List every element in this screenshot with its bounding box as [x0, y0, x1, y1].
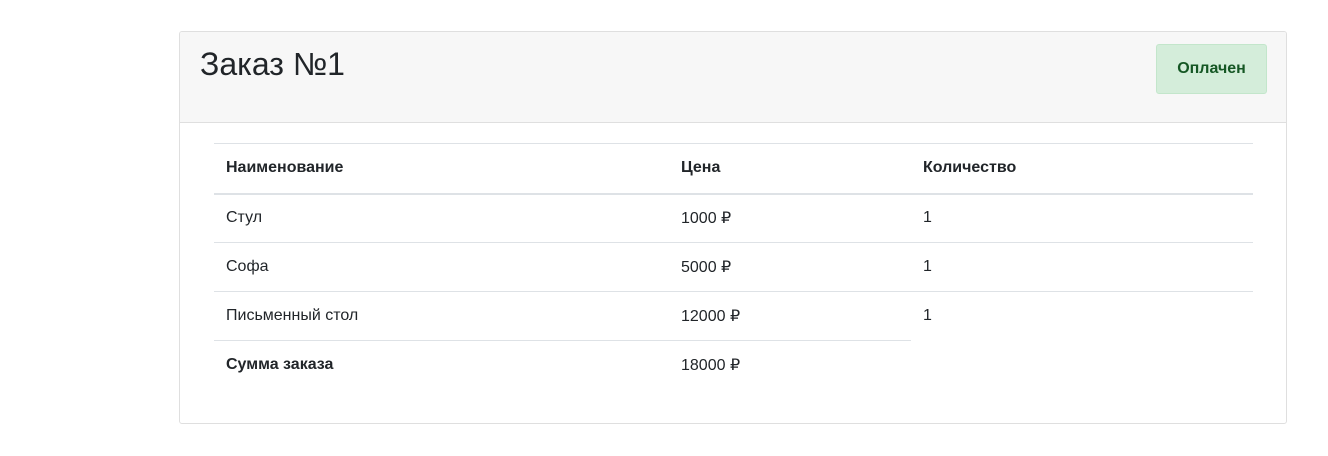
item-quantity: 1	[911, 193, 1253, 243]
item-quantity: 1	[923, 307, 932, 325]
table-row: Софа 5000 ₽ 1	[214, 242, 1253, 292]
order-card: Заказ №1 Оплачен Наименование Цена Колич…	[179, 31, 1287, 424]
item-name: Софа	[214, 242, 669, 292]
order-card-body: Наименование Цена Количество Стул 1000 ₽…	[180, 123, 1286, 390]
order-total-value: 18000 ₽	[681, 357, 741, 375]
total-empty-cell	[911, 341, 1253, 390]
column-header-price: Цена	[669, 143, 911, 195]
order-title: Заказ №1	[200, 46, 345, 82]
order-items-table: Наименование Цена Количество Стул 1000 ₽…	[214, 143, 1253, 390]
column-header-name: Наименование	[214, 143, 669, 195]
column-header-quantity: Количество	[911, 143, 1253, 195]
table-row: Стул 1000 ₽ 1	[214, 193, 1253, 243]
item-name: Стул	[214, 193, 669, 243]
order-status-badge: Оплачен	[1156, 44, 1267, 94]
item-quantity: 1	[911, 242, 1253, 292]
total-row: Сумма заказа 18000 ₽	[214, 341, 1253, 390]
table-header-row: Наименование Цена Количество	[214, 143, 1253, 195]
item-price: 5000 ₽	[669, 242, 911, 292]
table-row: Письменный стол 12000 ₽ 1	[214, 291, 1253, 341]
item-price: 1000 ₽	[669, 193, 911, 243]
item-name: Письменный стол	[214, 291, 669, 341]
order-card-header: Заказ №1 Оплачен	[180, 32, 1286, 123]
order-total-label: Сумма заказа	[226, 356, 334, 374]
item-price: 12000 ₽	[669, 291, 911, 341]
